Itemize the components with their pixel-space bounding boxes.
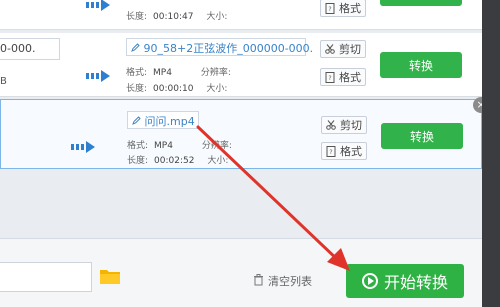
- triple-arrow-icon: [71, 138, 101, 153]
- svg-text:?: ?: [328, 6, 331, 13]
- output-name-wrap: 问问.mp4: [132, 113, 195, 129]
- format-file-icon: ?: [325, 71, 335, 83]
- cut-button[interactable]: 剪切: [321, 116, 367, 134]
- format-button[interactable]: ? 格式: [320, 68, 366, 86]
- duration-value: 00:00:10: [153, 84, 194, 94]
- convert-button[interactable]: [380, 0, 462, 6]
- duration-label: 长度:: [127, 156, 149, 166]
- output-path-input[interactable]: [0, 262, 92, 292]
- size-label: 大小:: [207, 156, 229, 166]
- file-row-3[interactable]: 问问.mp4 格式: MP4 分辨率: 长度: 00:02:52 大小: 剪切 ?: [0, 97, 489, 169]
- convert-button[interactable]: 转换: [381, 123, 463, 149]
- output-name-field[interactable]: 90_58+2正弦波作_000000-000.: [126, 38, 313, 56]
- size-label: 大小:: [206, 12, 228, 22]
- start-convert-label: 开始转换: [383, 273, 448, 292]
- cut-button-label: 剪切: [339, 43, 361, 56]
- triple-arrow-icon: [86, 0, 116, 11]
- format-file-icon: ?: [326, 145, 336, 157]
- format-meta: 格式: MP4 分辨率:: [126, 65, 231, 78]
- duration-label: 长度:: [126, 12, 148, 22]
- start-convert-button[interactable]: 开始转换: [346, 264, 464, 298]
- file-row-1[interactable]: 长度: 00:10:47 大小: ? 格式: [0, 0, 482, 30]
- duration-meta: 长度: 00:02:52 大小:: [127, 153, 228, 166]
- format-value: MP4: [153, 68, 172, 78]
- scissors-icon: [325, 44, 335, 54]
- output-name-field[interactable]: 问问.mp4: [127, 111, 199, 129]
- resolution-label: 分辨率:: [201, 141, 232, 151]
- folder-icon[interactable]: [99, 267, 121, 285]
- format-file-icon: ?: [325, 2, 335, 14]
- source-name-field[interactable]: 0-000.: [0, 38, 60, 60]
- duration-value: 00:02:52: [154, 156, 195, 166]
- bottom-bar: 清空列表 开始转换: [0, 238, 482, 307]
- duration-value: 00:10:47: [153, 12, 194, 22]
- play-circle-icon: [361, 273, 378, 289]
- pencil-icon: [132, 115, 145, 128]
- output-name: 90_58+2正弦波作_000000-000.: [143, 42, 314, 55]
- triple-arrow-icon: [86, 67, 116, 82]
- cut-button-label: 剪切: [340, 119, 362, 132]
- size-label: 大小:: [206, 84, 228, 94]
- duration-meta: 长度: 00:00:10 大小:: [126, 81, 227, 94]
- cut-button[interactable]: 剪切: [320, 40, 366, 58]
- format-label: 格式:: [127, 141, 149, 151]
- duration-meta: 长度: 00:10:47 大小:: [126, 9, 227, 22]
- svg-text:?: ?: [328, 75, 331, 82]
- duration-label: 长度:: [126, 84, 148, 94]
- format-button-label: 格式: [339, 2, 361, 15]
- window-frame-edge: [482, 0, 500, 307]
- source-name: 0-000.: [0, 42, 36, 55]
- clear-list-button[interactable]: 清空列表: [253, 273, 312, 289]
- format-meta: 格式: MP4 分辨率:: [127, 138, 232, 151]
- converter-window: 长度: 00:10:47 大小: ? 格式 0-000. B 90_58+2正弦…: [0, 0, 500, 307]
- source-size: B: [0, 76, 7, 87]
- file-row-2[interactable]: 0-000. B 90_58+2正弦波作_000000-000. 格式: MP4…: [0, 33, 482, 97]
- format-value: MP4: [154, 141, 173, 151]
- pencil-icon: [131, 42, 144, 55]
- output-name: 问问.mp4: [144, 115, 195, 128]
- resolution-label: 分辨率:: [200, 68, 231, 78]
- format-button-label: 格式: [339, 71, 361, 84]
- format-button-label: 格式: [340, 145, 362, 158]
- format-label: 格式:: [126, 68, 148, 78]
- format-button[interactable]: ? 格式: [320, 0, 366, 17]
- clear-list-label: 清空列表: [268, 275, 312, 288]
- convert-button[interactable]: 转换: [380, 52, 462, 78]
- format-button[interactable]: ? 格式: [321, 142, 367, 160]
- scissors-icon: [326, 120, 336, 130]
- file-list: 长度: 00:10:47 大小: ? 格式 0-000. B 90_58+2正弦…: [0, 0, 489, 238]
- trash-icon: [253, 273, 264, 289]
- output-name-wrap: 90_58+2正弦波作_000000-000.: [131, 40, 313, 56]
- svg-text:?: ?: [329, 149, 332, 156]
